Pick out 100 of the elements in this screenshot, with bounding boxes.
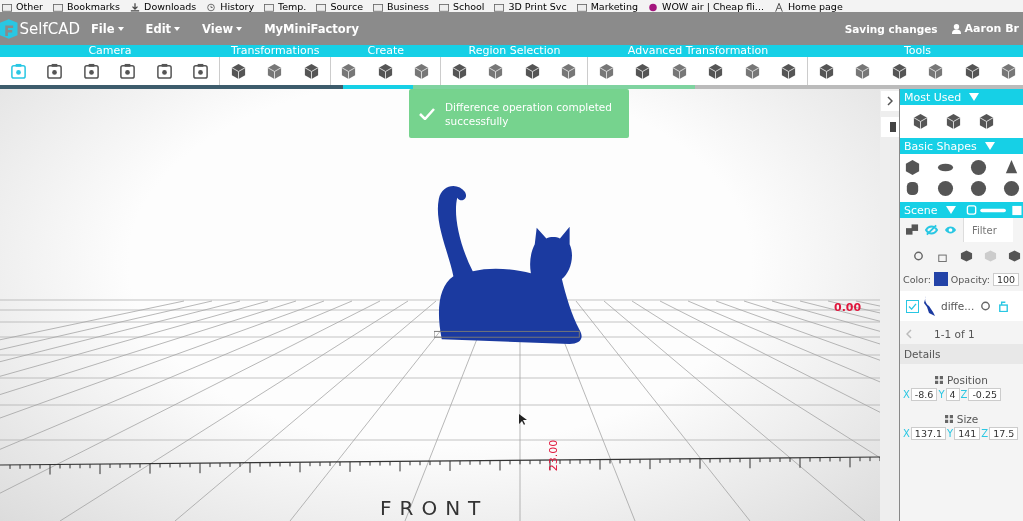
axis-label: Z: [981, 428, 989, 439]
cube-icon: [302, 62, 320, 80]
eye-icon[interactable]: [912, 250, 925, 262]
number-field[interactable]: -8.6: [910, 388, 938, 401]
eye-icon[interactable]: [979, 300, 993, 312]
pagination-text: 1-1 of 1: [934, 328, 975, 340]
cube-icon: [560, 62, 578, 80]
move-icon: [935, 376, 944, 384]
check-icon: [908, 302, 917, 310]
opacity-field[interactable]: 100: [992, 272, 1020, 286]
save-status: Saving changes: [844, 22, 938, 35]
panel-toggle-button[interactable]: [880, 117, 899, 137]
cone-icon[interactable]: [1003, 159, 1020, 176]
camera-icon: [82, 62, 100, 80]
bookmark-link[interactable]: Bookmarks: [67, 2, 121, 12]
cube-icon: [266, 62, 284, 80]
field-group-title: Position: [947, 374, 988, 386]
checkmark-icon: [419, 107, 435, 120]
camera-icon: [9, 62, 27, 80]
bookmark-link[interactable]: Home page: [787, 2, 843, 12]
cube-icon: [890, 62, 908, 80]
site-icon: [648, 2, 658, 12]
color-label: Color:: [903, 273, 931, 285]
section-title: Scene: [904, 203, 938, 217]
scene-object-row[interactable]: diffe...: [900, 291, 1023, 321]
clock-icon: [206, 2, 217, 12]
caret-icon: [236, 26, 243, 31]
cube-icon: [854, 62, 872, 80]
field-group-title: Size: [956, 413, 979, 425]
chevron-right-icon: [886, 96, 893, 106]
number-field[interactable]: -0.25: [968, 388, 1001, 401]
cube-icon: [817, 62, 835, 80]
axis-label: X: [903, 389, 910, 400]
cube-icon: [450, 62, 468, 80]
cube-icon: [780, 62, 798, 80]
bookmark-link[interactable]: Other: [16, 2, 43, 12]
bookmark-link[interactable]: School: [452, 2, 485, 12]
checkbox[interactable]: [906, 299, 919, 313]
cube-icon[interactable]: [945, 113, 962, 130]
cube-icon: [743, 62, 761, 80]
user-icon: [951, 23, 961, 34]
cube-icon: [487, 62, 505, 80]
cube-icon: [963, 62, 981, 80]
bookmark-link[interactable]: History: [220, 2, 255, 12]
axis-label: Y: [938, 389, 945, 400]
cursor-icon: [519, 414, 527, 426]
cube-icon: [597, 62, 615, 80]
camera-icon: [155, 62, 173, 80]
section-title: Basic Shapes: [904, 139, 977, 153]
cube-icon[interactable]: [960, 250, 973, 262]
camera-icon: [119, 62, 137, 80]
view-side-label: FRONT: [380, 497, 489, 519]
triangle-icon: [945, 206, 956, 214]
cube-icon: [1000, 62, 1018, 80]
object-name: diffe...: [941, 300, 975, 312]
collapse-button[interactable]: [880, 91, 899, 111]
number-field[interactable]: 137.1: [910, 427, 947, 440]
bookmark-link[interactable]: Source: [330, 2, 364, 12]
page-icon: [773, 2, 784, 12]
caret-icon: [117, 26, 124, 31]
axis-label: X: [903, 428, 910, 439]
cube-icon[interactable]: [904, 159, 921, 176]
axis-label: Y: [947, 428, 954, 439]
section-title: Details: [904, 348, 941, 360]
download-icon: [130, 2, 141, 12]
app-logo: SelfCAD: [19, 19, 80, 38]
cube-icon[interactable]: [912, 113, 929, 130]
bookmark-link[interactable]: WOW air | Cheap fli...: [662, 2, 764, 12]
cube-icon: [229, 62, 247, 80]
camera-icon: [46, 62, 64, 80]
section-title: Most Used: [904, 90, 962, 104]
cube-icon: [340, 62, 358, 80]
cube-icon: [376, 62, 394, 80]
caret-icon: [174, 26, 181, 31]
axis-reading: 23.00: [547, 439, 561, 472]
cube-icon: [670, 62, 688, 80]
move-icon: [944, 415, 953, 423]
cube-icon: [413, 62, 431, 80]
number-field[interactable]: 4: [945, 388, 960, 401]
sphere-icon[interactable]: [970, 159, 987, 176]
color-swatch[interactable]: [933, 272, 948, 286]
cube-icon: [634, 62, 652, 80]
axis-label: Z: [960, 389, 968, 400]
camera-icon: [192, 62, 210, 80]
cube-icon: [927, 62, 945, 80]
filter-field[interactable]: Filter: [963, 218, 1013, 242]
bookmark-link[interactable]: 3D Print Svc: [508, 2, 567, 12]
view-toggle-icon[interactable]: [965, 204, 1022, 216]
shapes-icon[interactable]: [906, 224, 919, 236]
cube-icon: [707, 62, 725, 80]
opacity-label: Opacity:: [950, 273, 990, 285]
toast-message: Difference operation completed successfully: [445, 99, 613, 128]
bookmark-link[interactable]: Business: [387, 2, 429, 12]
bookmark-link[interactable]: Temp.: [278, 2, 307, 12]
bookmark-link[interactable]: Downloads: [144, 2, 197, 12]
cube-icon[interactable]: [978, 113, 995, 130]
cube-icon: [523, 62, 541, 80]
number-field[interactable]: 17.5: [989, 427, 1019, 440]
number-field[interactable]: 141: [954, 427, 981, 440]
bookmark-link[interactable]: Marketing: [590, 2, 638, 12]
